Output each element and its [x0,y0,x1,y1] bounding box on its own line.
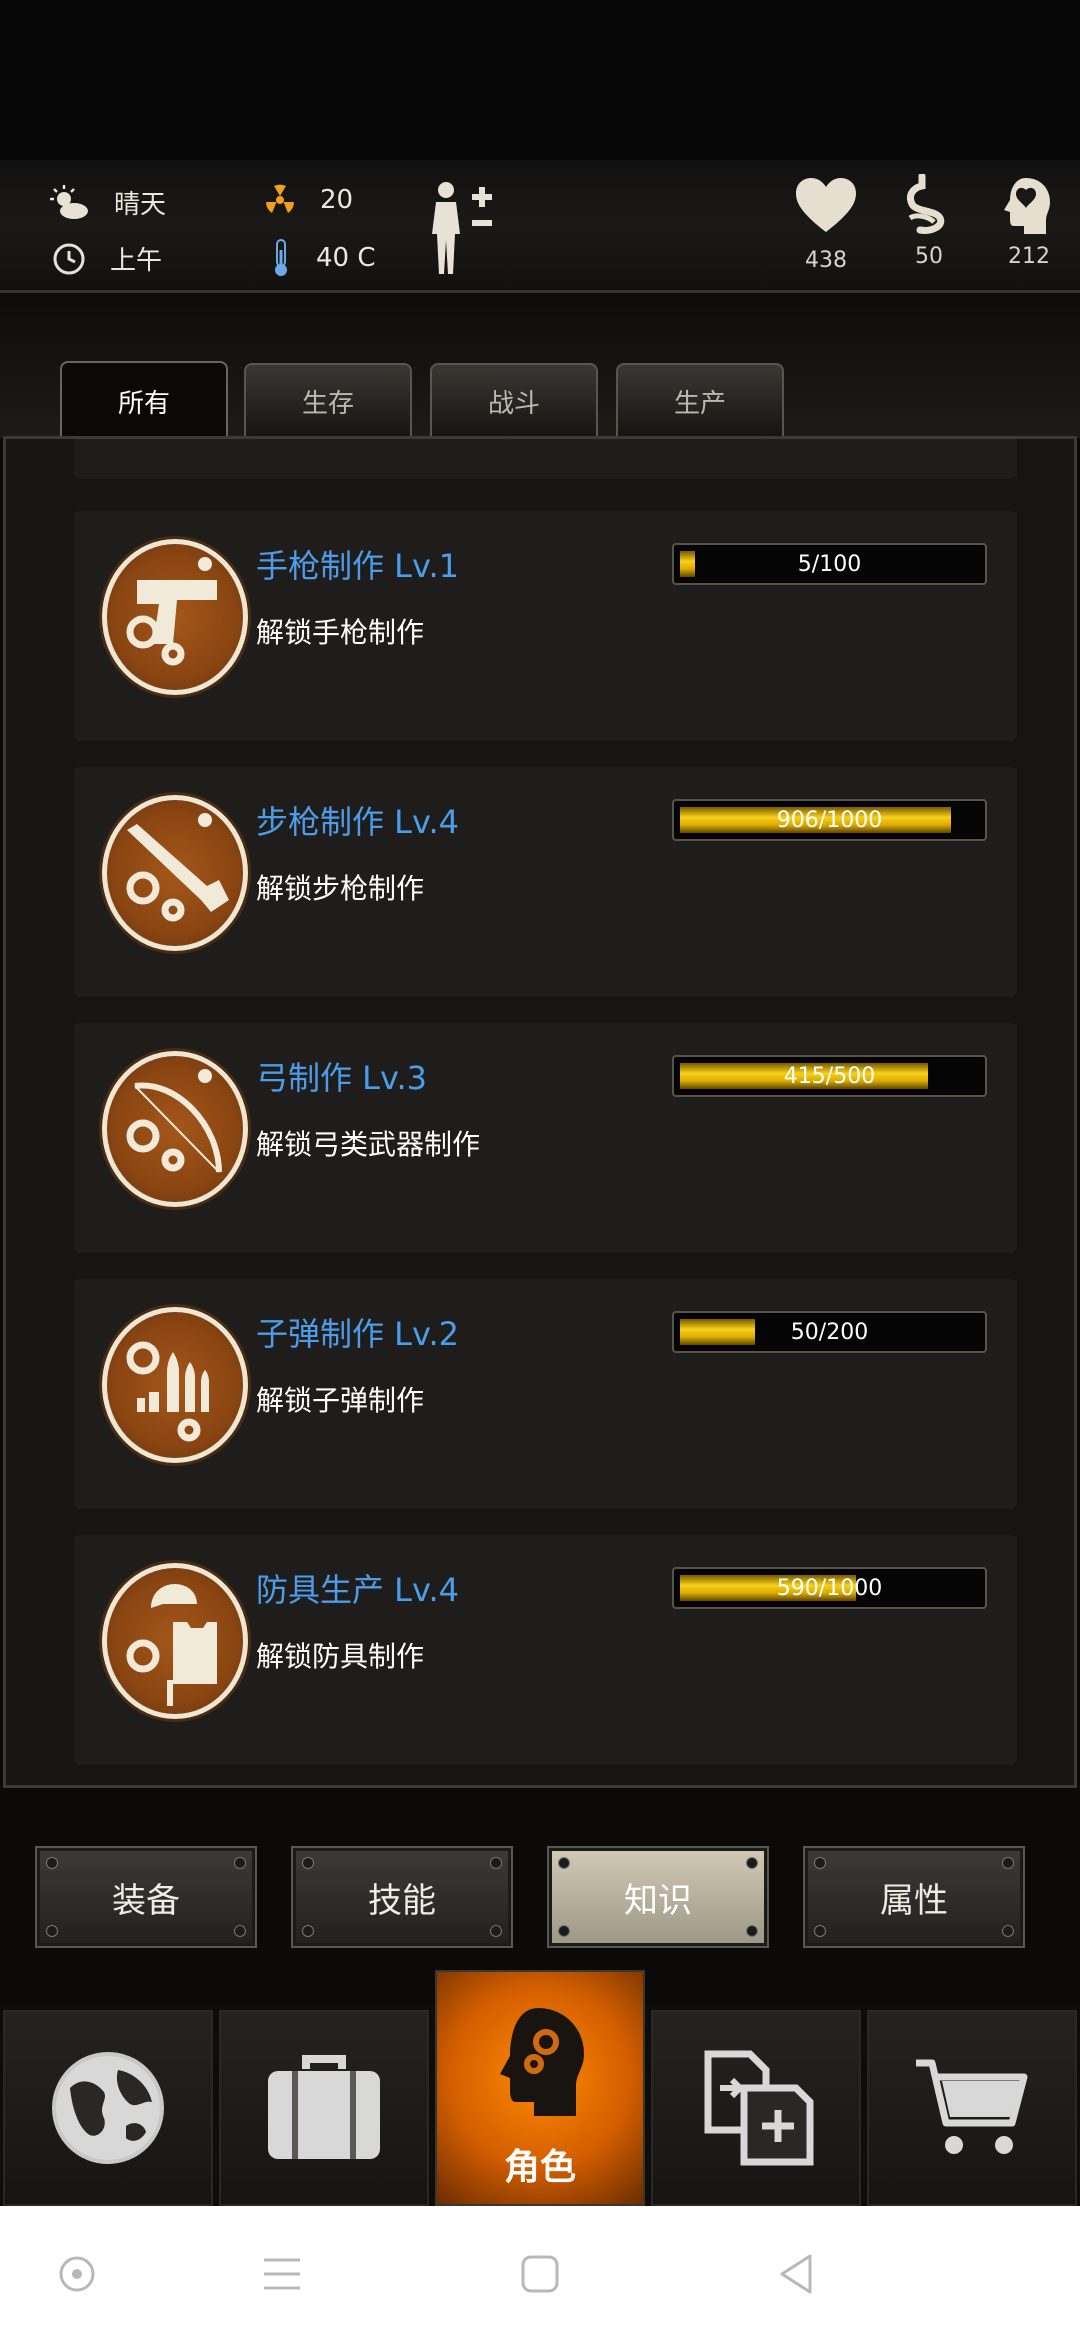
knowledge-label: 知识 [624,1880,692,1921]
skill-title: 步枪制作 Lv.4 [256,803,459,841]
radiation-icon [266,184,294,213]
skill-list-panel[interactable]: 手枪制作 Lv.1 解锁手枪制作 5/100 步枪制作 Lv.4 解锁步枪制作 [3,436,1077,1788]
back-icon[interactable] [776,2252,816,2296]
armor-gear-icon [102,1563,248,1719]
radiation-value: 20 [320,185,354,215]
progress-bar: 5/100 [672,543,987,585]
body-plus-minus-icon [432,182,492,274]
clock-icon [53,243,85,274]
skill-description: 解锁子弹制作 [256,1384,425,1417]
skill-description: 解锁防具制作 [256,1640,425,1673]
radiation-readout: 20 [264,184,353,216]
nav-trade[interactable] [651,2010,861,2206]
status-bar [0,0,1080,160]
health-value: 438 [805,248,847,273]
temperature-value: 40 C [316,243,376,273]
tab-combat[interactable]: 战斗 [430,363,598,437]
progress-bar: 906/1000 [672,799,987,841]
equipment-label: 装备 [112,1880,180,1921]
skill-description: 解锁步枪制作 [256,872,425,905]
mental-stat: 212 [1000,176,1074,269]
skill-card[interactable]: 手枪制作 Lv.1 解锁手枪制作 5/100 [74,511,1017,741]
attributes-button[interactable]: 属性 [803,1846,1025,1948]
knowledge-button[interactable]: 知识 [547,1846,769,1948]
system-nav-bar [0,2206,1080,2340]
nav-character[interactable]: 角色 [435,1970,645,2206]
survivor-hud: 晴天 上午 20 40 C 438 50 212 [0,160,1080,293]
weather-label: 晴天 [114,190,167,220]
tab-survival[interactable]: 生存 [244,363,412,437]
mental-value: 212 [1008,244,1050,269]
skill-title: 弓制作 Lv.3 [256,1059,427,1097]
body-status-button[interactable] [428,180,500,280]
time-label: 上午 [110,246,163,276]
progress-text: 906/1000 [776,807,883,833]
head-mind-icon [1004,178,1050,234]
skill-card[interactable]: 子弹制作 Lv.2 解锁子弹制作 50/200 [74,1279,1017,1509]
hunger-stat: 50 [902,172,974,269]
nav-character-label: 角色 [503,2147,576,2188]
skill-card[interactable]: 防具生产 Lv.4 解锁防具制作 590/1000 [74,1535,1017,1765]
bullets-gear-icon [102,1307,248,1463]
progress-bar: 50/200 [672,1311,987,1353]
home-icon[interactable] [520,2254,560,2294]
assistant-icon[interactable] [57,2254,97,2294]
nav-shop[interactable] [867,2010,1077,2206]
progress-text: 590/1000 [776,1575,883,1601]
skill-description: 解锁弓类武器制作 [256,1128,481,1161]
cart-icon [916,2059,1028,2154]
weather-readout: 晴天 [50,184,166,221]
stomach-icon [906,172,945,234]
health-stat: 438 [796,178,871,273]
pistol-gear-icon [102,539,248,695]
thermometer-icon [275,239,287,276]
suitcase-icon [268,2055,380,2159]
rifle-gear-icon [102,795,248,951]
exchange-icon [704,2050,814,2166]
menu-icon[interactable] [262,2256,302,2292]
skill-title: 防具生产 Lv.4 [256,1571,459,1609]
list-item [74,439,1017,479]
skill-card[interactable]: 步枪制作 Lv.4 解锁步枪制作 906/1000 [74,767,1017,997]
time-readout: 上午 [52,240,162,277]
skills-button[interactable]: 技能 [291,1846,513,1948]
equipment-button[interactable]: 装备 [35,1846,257,1948]
progress-bar: 590/1000 [672,1567,987,1609]
hunger-value: 50 [915,244,943,269]
skill-title: 手枪制作 Lv.1 [256,547,459,585]
temperature-readout: 40 C [270,238,376,278]
nav-inventory[interactable] [219,2010,429,2206]
bow-gear-icon [102,1051,248,1207]
head-gears-icon [500,2008,584,2116]
progress-bar: 415/500 [672,1055,987,1097]
globe-icon [52,2052,164,2164]
skills-label: 技能 [368,1880,436,1921]
sun-cloud-icon [50,184,88,219]
progress-text: 50/200 [790,1319,869,1345]
nav-map[interactable] [3,2010,213,2206]
tab-all[interactable]: 所有 [60,361,228,439]
tab-production[interactable]: 生产 [616,363,784,437]
skill-title: 子弹制作 Lv.2 [256,1315,459,1353]
skill-description: 解锁手枪制作 [256,616,425,649]
progress-text: 5/100 [797,551,862,577]
attributes-label: 属性 [880,1880,948,1921]
skill-card[interactable]: 弓制作 Lv.3 解锁弓类武器制作 415/500 [74,1023,1017,1253]
heart-icon [796,178,856,232]
progress-text: 415/500 [783,1063,876,1089]
